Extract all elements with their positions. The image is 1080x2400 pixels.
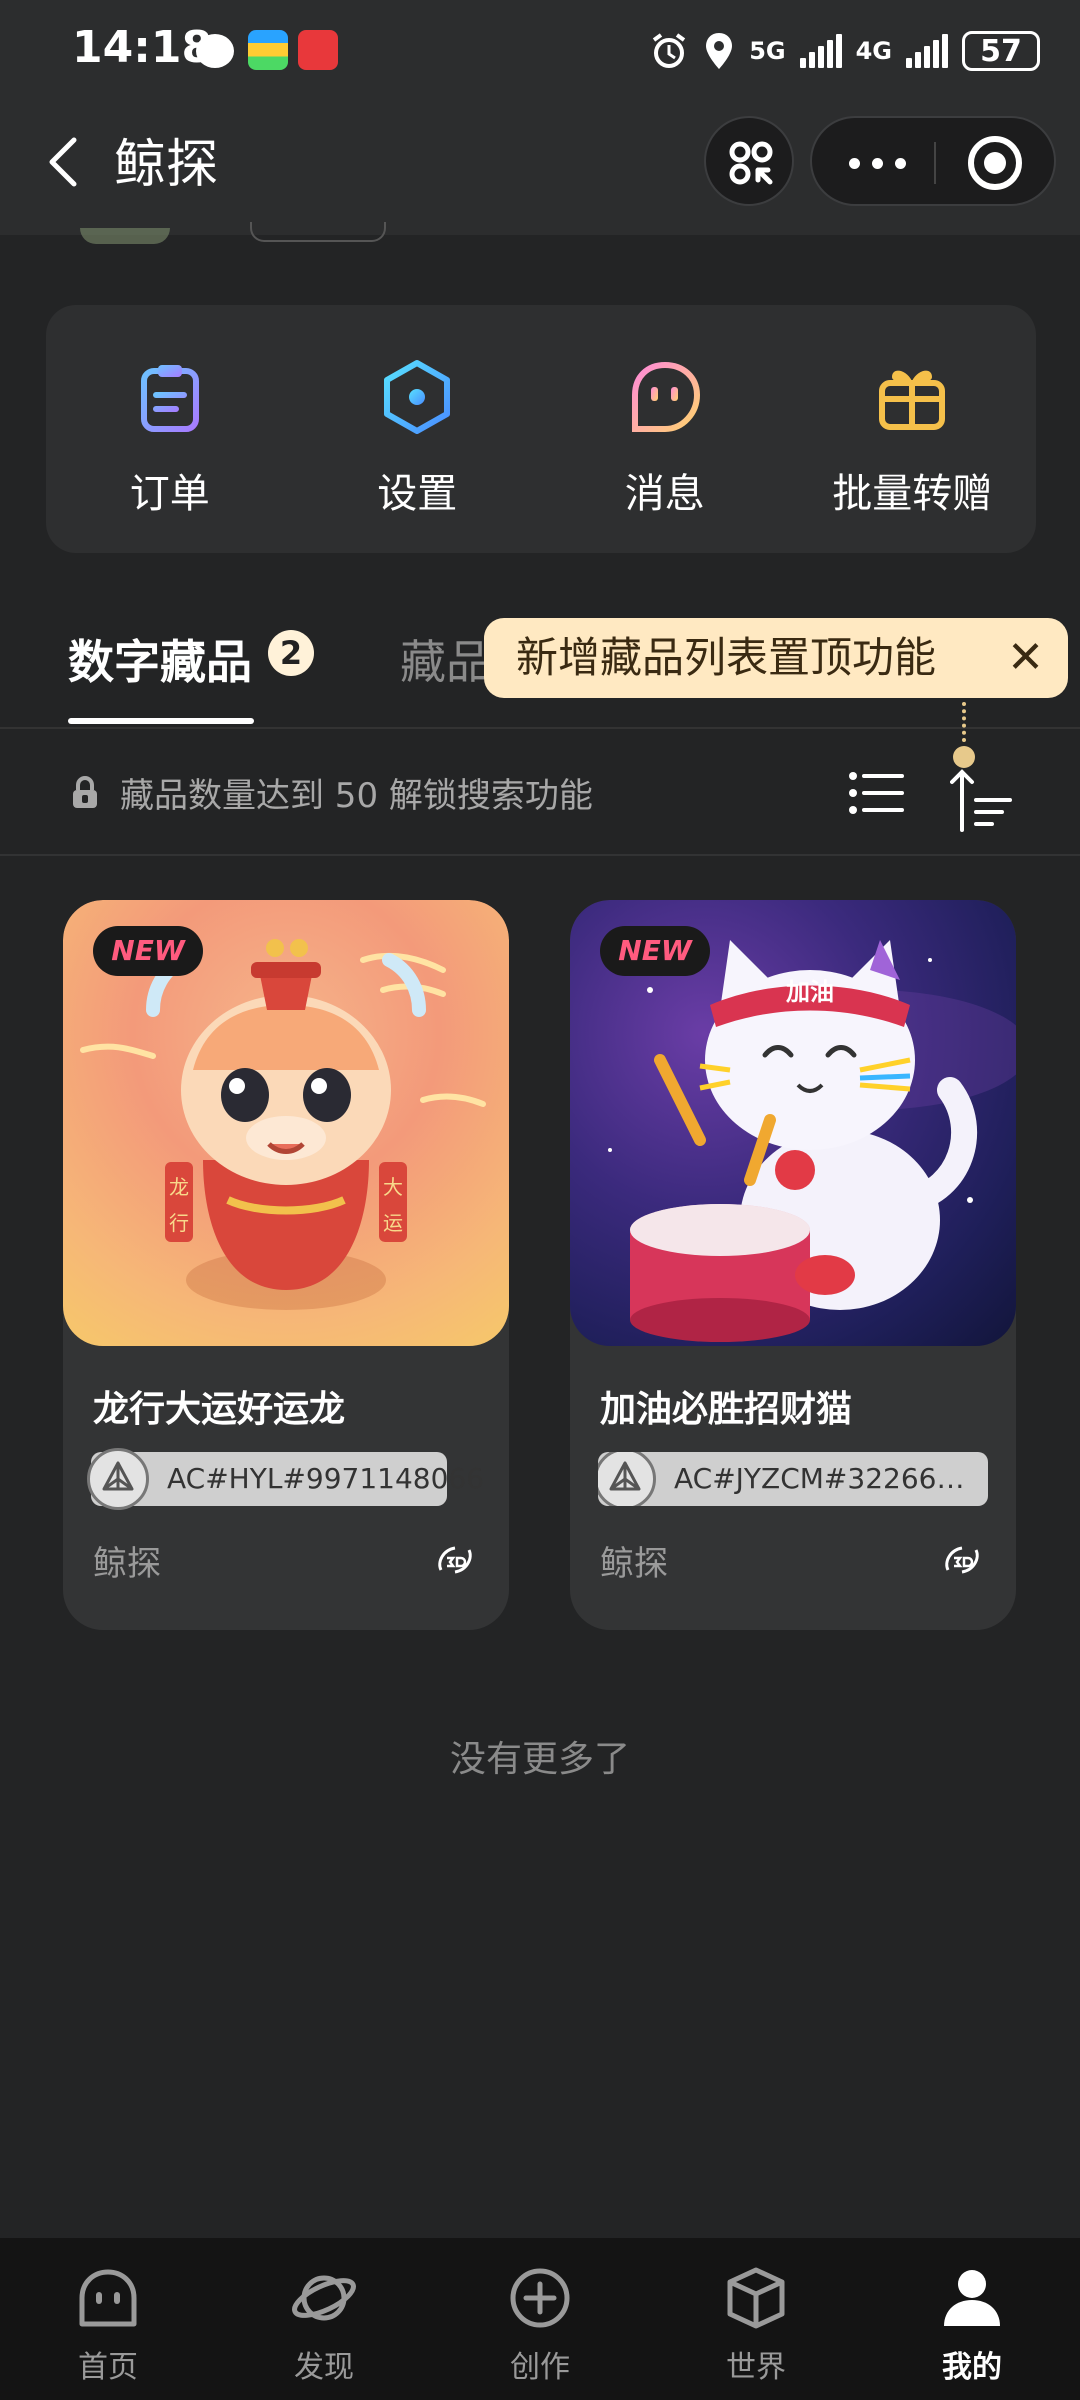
nav-item-profile[interactable]: 我的: [864, 2238, 1080, 2400]
signal-4g-icon: [906, 34, 948, 68]
message-face-icon: [631, 361, 700, 432]
menu-item-batch-gift[interactable]: 批量转赠: [789, 305, 1037, 553]
collection-image: 加油 NEW: [570, 900, 1016, 1346]
search-lock-hint: 藏品数量达到 50 解锁搜索功能: [120, 776, 593, 816]
capsule-divider: [934, 142, 936, 184]
wallet-notification-icon: [248, 30, 288, 70]
location-icon: [706, 33, 733, 69]
menu-item-messages[interactable]: 消息: [541, 305, 789, 553]
menu-item-orders[interactable]: 订单: [46, 305, 294, 553]
quick-menu-card: 订单 设置 消息 批量转赠: [46, 305, 1036, 553]
nav-item-world[interactable]: 世界: [648, 2238, 864, 2400]
tab-count-badge: 2: [268, 630, 314, 676]
status-time: 14:18: [72, 22, 213, 73]
tab-digital-collections[interactable]: 数字藏品: [68, 626, 252, 692]
nav-label-create: 创作: [510, 2350, 570, 2385]
nav-item-discover[interactable]: 发现: [216, 2238, 432, 2400]
tab-divider: [0, 727, 1080, 729]
profile-tag: [250, 222, 386, 242]
app-notification-icon: [298, 30, 338, 70]
list-view-icon[interactable]: [848, 770, 904, 816]
svg-text:运: 运: [383, 1211, 403, 1235]
signal-5g-icon: [799, 34, 842, 68]
scan-button[interactable]: [704, 116, 794, 206]
collection-title: 加油必胜招财猫: [600, 1389, 853, 1430]
end-of-list-text: 没有更多了: [449, 1739, 630, 1780]
chat-notification-icon: [196, 34, 234, 68]
back-arrow-icon[interactable]: [36, 132, 96, 192]
battery-icon: 57: [962, 31, 1040, 71]
status-bar: 14:18 5G 4G 57: [0, 0, 1080, 100]
order-clipboard-icon: [140, 365, 199, 432]
avatar: [80, 228, 170, 244]
collection-image: 龙 行 大 运 NEW: [63, 900, 509, 1346]
home-icon: [79, 2269, 137, 2327]
collection-card[interactable]: 龙 行 大 运 NEW 龙行大运好运龙 AC#HYL#9971148066 鲸探: [63, 900, 509, 1630]
collection-brand: 鲸探: [600, 1544, 668, 1584]
more-options-icon[interactable]: [842, 148, 912, 178]
tab-collections[interactable]: 藏品: [400, 626, 492, 692]
svg-text:大: 大: [383, 1175, 403, 1199]
nav-label-profile: 我的: [942, 2350, 1002, 2385]
blockchain-icon: [87, 1448, 149, 1510]
nav-item-home[interactable]: 首页: [0, 2238, 216, 2400]
nav-label-discover: 发现: [294, 2350, 354, 2385]
network-5g-label: 5G: [749, 37, 786, 65]
filter-row: 藏品数量达到 50 解锁搜索功能: [0, 730, 1080, 856]
chain-id-text: AC#JYZCM#32266870...: [674, 1462, 988, 1495]
settings-hexagon-icon: [384, 360, 451, 434]
nav-item-create[interactable]: 创作: [432, 2238, 648, 2400]
lock-icon: [73, 776, 97, 808]
collection-card[interactable]: 加油 NEW 加油必胜招财猫 AC#JYZCM#32266870... 鲸探: [570, 900, 1016, 1630]
close-program-icon[interactable]: [968, 136, 1022, 190]
app-header: 鲸探: [0, 100, 1080, 235]
scan-icon: [729, 141, 773, 185]
alarm-icon: [653, 33, 686, 68]
3d-view-icon[interactable]: [435, 1540, 475, 1580]
menu-label-batch-gift: 批量转赠: [832, 471, 993, 517]
sort-pin-icon[interactable]: [950, 768, 1014, 832]
tooltip-text: 新增藏品列表置顶功能: [516, 633, 937, 682]
chain-id-tag: AC#HYL#9971148066: [87, 1448, 484, 1510]
gift-icon: [879, 370, 946, 430]
profile-icon: [944, 2270, 1000, 2326]
svg-text:加油: 加油: [786, 978, 834, 1006]
blockchain-icon: [598, 1452, 656, 1506]
chain-id-tag: AC#JYZCM#32266870...: [598, 1452, 988, 1506]
3d-view-icon[interactable]: [942, 1540, 982, 1580]
nav-label-home: 首页: [78, 2350, 138, 2385]
nav-label-world: 世界: [726, 2350, 786, 2385]
mini-program-capsule: [810, 116, 1056, 206]
feature-tooltip: 新增藏品列表置顶功能 ✕: [484, 618, 1068, 698]
page-title: 鲸探: [114, 135, 219, 195]
tooltip-close-icon[interactable]: ✕: [1007, 618, 1044, 698]
chain-id-text: AC#HYL#9971148066: [167, 1462, 485, 1495]
cube-icon: [727, 2267, 785, 2329]
svg-text:龙: 龙: [169, 1175, 189, 1199]
menu-label-settings: 设置: [377, 471, 458, 517]
new-badge: NEW: [93, 926, 203, 976]
svg-text:行: 行: [169, 1211, 189, 1235]
add-circle-icon: [510, 2268, 570, 2328]
planet-icon: [292, 2275, 356, 2321]
new-badge: NEW: [600, 926, 710, 976]
tab-active-indicator: [68, 718, 254, 724]
status-icons: 5G 4G 57: [649, 24, 1040, 78]
network-4g-label: 4G: [855, 37, 892, 65]
menu-label-messages: 消息: [624, 471, 705, 517]
menu-item-settings[interactable]: 设置: [294, 305, 542, 553]
collection-title: 龙行大运好运龙: [93, 1389, 346, 1430]
collection-brand: 鲸探: [93, 1544, 161, 1584]
bottom-navigation: 首页 发现 创作 世界 我的: [0, 2238, 1080, 2400]
menu-label-orders: 订单: [129, 471, 210, 517]
